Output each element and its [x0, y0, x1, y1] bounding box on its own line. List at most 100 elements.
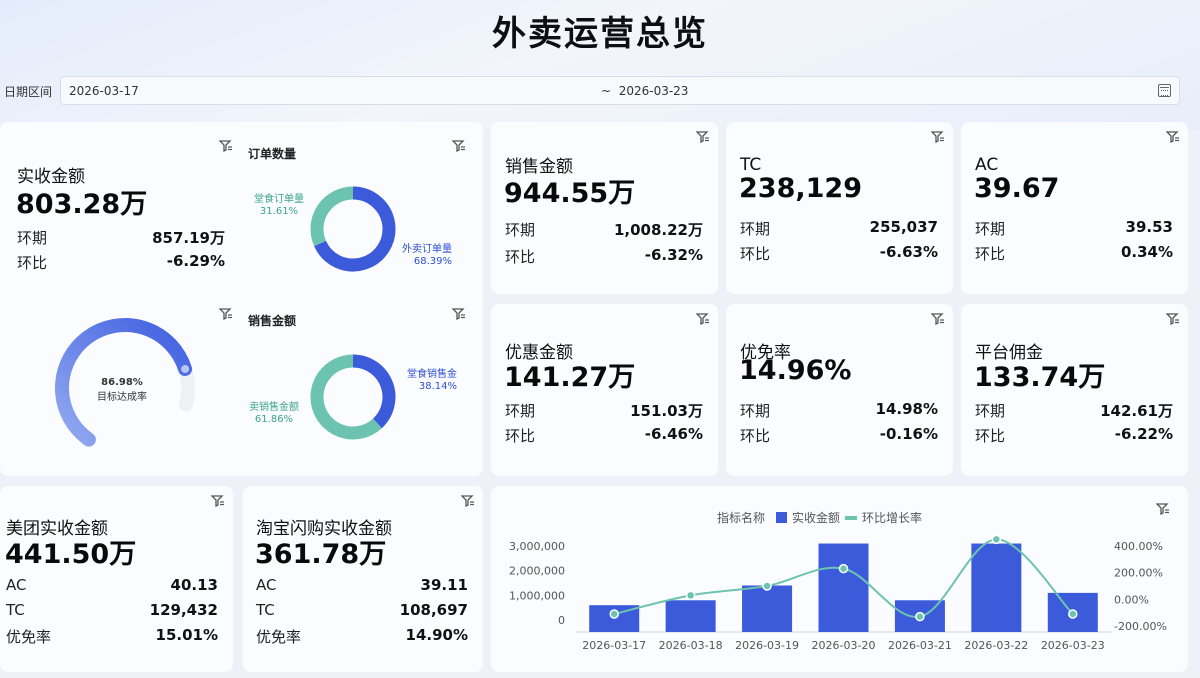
ac-value: 40.13: [170, 576, 218, 594]
ratio-label: 环比: [740, 245, 771, 263]
sales-donut: [310, 354, 396, 440]
filter-icon[interactable]: [452, 308, 466, 320]
line-point[interactable]: [685, 590, 696, 601]
ratio-value: 0.34%: [1120, 243, 1173, 261]
tc-value: 108,697: [399, 601, 468, 619]
kpi-card-ac: AC 39.67 环期 39.53 环比 0.34%: [961, 122, 1188, 294]
ratio-label: 环比: [740, 427, 771, 445]
gauge-label: 86.98% 目标达成率: [82, 377, 162, 403]
date-range-picker[interactable]: 2026-03-17 ~ 2026-03-23: [60, 76, 1180, 105]
filter-icon[interactable]: [931, 313, 945, 325]
filter-icon[interactable]: [452, 140, 466, 152]
bar[interactable]: [818, 543, 869, 632]
sales-slice-label-delivery: 卖销售金额 61.86%: [249, 402, 299, 425]
kpi-value: 238,129: [739, 173, 862, 204]
kpi-card-discount: 优惠金额 141.27万 环期 151.03万 环比 -6.46%: [491, 304, 718, 476]
kpi-value: 361.78万: [255, 539, 387, 570]
orders-donut-title: 订单数量: [248, 147, 297, 161]
filter-icon[interactable]: [931, 131, 945, 143]
prev-value: 142.61万: [1100, 402, 1173, 420]
filter-icon[interactable]: [219, 140, 233, 152]
prev-value: 1,008.22万: [613, 221, 703, 239]
x-tick-label: 2026-03-23: [1041, 639, 1105, 652]
line-point[interactable]: [762, 581, 772, 591]
ratio-value: -6.32%: [644, 246, 703, 264]
platform-card-meituan: 美团实收金额 441.50万 AC 40.13 TC 129,432 优免率 1…: [0, 486, 233, 672]
bar[interactable]: [742, 585, 793, 632]
filter-icon[interactable]: [696, 313, 710, 325]
revenue-overview-card: 实收金额 803.28万 环期 857.19万 环比 -6.29% 86.98%…: [0, 122, 483, 476]
sales-slice-label-dinein: 堂食销售金 38.14%: [407, 369, 457, 392]
filter-icon[interactable]: [219, 308, 233, 320]
kpi-name: TC: [740, 155, 762, 175]
gauge-end-dot: [181, 365, 190, 374]
orders-slice-label-dinein: 堂食订单量 31.61%: [254, 194, 304, 217]
prev-value: 255,037: [869, 218, 938, 236]
y-right-tick-label: 0.00%: [1114, 593, 1149, 606]
y-right-tick-label: -200.00%: [1114, 620, 1167, 633]
x-tick-label: 2026-03-19: [735, 639, 799, 652]
date-range-label: 日期区间: [4, 85, 53, 99]
tc-label: TC: [6, 601, 25, 619]
kpi-value: 441.50万: [5, 539, 137, 570]
prev-value: 39.53: [1125, 218, 1173, 236]
ratio-label: 环比: [505, 427, 536, 445]
discount-rate-value: 15.01%: [155, 626, 218, 644]
tc-label: TC: [256, 601, 275, 619]
kpi-value: 39.67: [974, 173, 1060, 204]
kpi-value: 141.27万: [504, 362, 636, 393]
ratio-value: -6.63%: [879, 243, 938, 261]
kpi-card-sales: 销售金额 944.55万 环期 1,008.22万 环比 -6.32%: [491, 122, 718, 294]
daily-revenue-chart-card: 指标名称 实收金额 环比增长率 0 1,000,000 2,000,000 3,000…: [491, 486, 1188, 672]
kpi-value: 944.55万: [504, 178, 636, 209]
prev-label: 环期: [740, 402, 771, 420]
y-right-tick-label: 400.00%: [1114, 540, 1163, 553]
kpi-value: 133.74万: [974, 362, 1106, 393]
ratio-label: 环比: [975, 245, 1006, 263]
discount-rate-label: 优免率: [6, 628, 52, 646]
y-right-tick-label: 200.00%: [1114, 567, 1163, 580]
ac-label: AC: [256, 576, 277, 594]
filter-icon[interactable]: [1166, 313, 1180, 325]
ratio-value: -0.16%: [879, 425, 938, 443]
line-point[interactable]: [838, 563, 849, 574]
donut-slice[interactable]: [352, 354, 396, 429]
prev-label: 环期: [975, 402, 1006, 420]
kpi-card-tc: TC 238,129 环期 255,037 环比 -6.63%: [726, 122, 953, 294]
ratio-label: 环比: [505, 248, 536, 266]
y-left-tick-label: 2,000,000: [509, 565, 565, 578]
ratio-value: -6.29%: [166, 252, 225, 270]
platform-card-taobao: 淘宝闪购实收金额 361.78万 AC 39.11 TC 108,697 优免率…: [243, 486, 483, 672]
kpi-card-commission: 平台佣金 133.74万 环期 142.61万 环比 -6.22%: [961, 304, 1188, 476]
sales-donut-title: 销售金额: [248, 314, 297, 328]
line-point[interactable]: [1068, 609, 1078, 619]
filter-icon[interactable]: [1166, 131, 1180, 143]
gauge-caption: 目标达成率: [97, 392, 147, 403]
ratio-value: -6.22%: [1114, 425, 1173, 443]
prev-value: 151.03万: [630, 402, 703, 420]
prev-value: 857.19万: [152, 229, 225, 247]
y-left-tick-label: 1,000,000: [509, 589, 565, 602]
calendar-icon[interactable]: [1158, 84, 1171, 97]
donut-slice[interactable]: [310, 186, 354, 247]
kpi-value: 803.28万: [16, 189, 148, 220]
kpi-name: AC: [975, 155, 999, 175]
y-left-tick-label: 3,000,000: [509, 540, 565, 553]
date-start[interactable]: 2026-03-17: [69, 84, 139, 98]
date-end[interactable]: ~ 2026-03-23: [601, 84, 688, 98]
filter-icon[interactable]: [696, 131, 710, 143]
line-point[interactable]: [915, 611, 925, 622]
daily-revenue-chart: 0 1,000,000 2,000,000 3,000,000 -200.00% 0.00…: [509, 534, 1167, 652]
prev-label: 环期: [17, 229, 48, 247]
discount-rate-label: 优免率: [256, 628, 302, 646]
line-point[interactable]: [609, 609, 619, 619]
kpi-value: 14.96%: [739, 355, 852, 386]
x-tick-label: 2026-03-17: [582, 639, 646, 652]
bar[interactable]: [665, 600, 716, 632]
line-point[interactable]: [991, 534, 1002, 545]
filter-icon[interactable]: [211, 495, 225, 507]
bar[interactable]: [971, 543, 1022, 632]
prev-label: 环期: [975, 220, 1006, 238]
filter-icon[interactable]: [461, 495, 475, 507]
x-tick-label: 2026-03-18: [659, 639, 723, 652]
